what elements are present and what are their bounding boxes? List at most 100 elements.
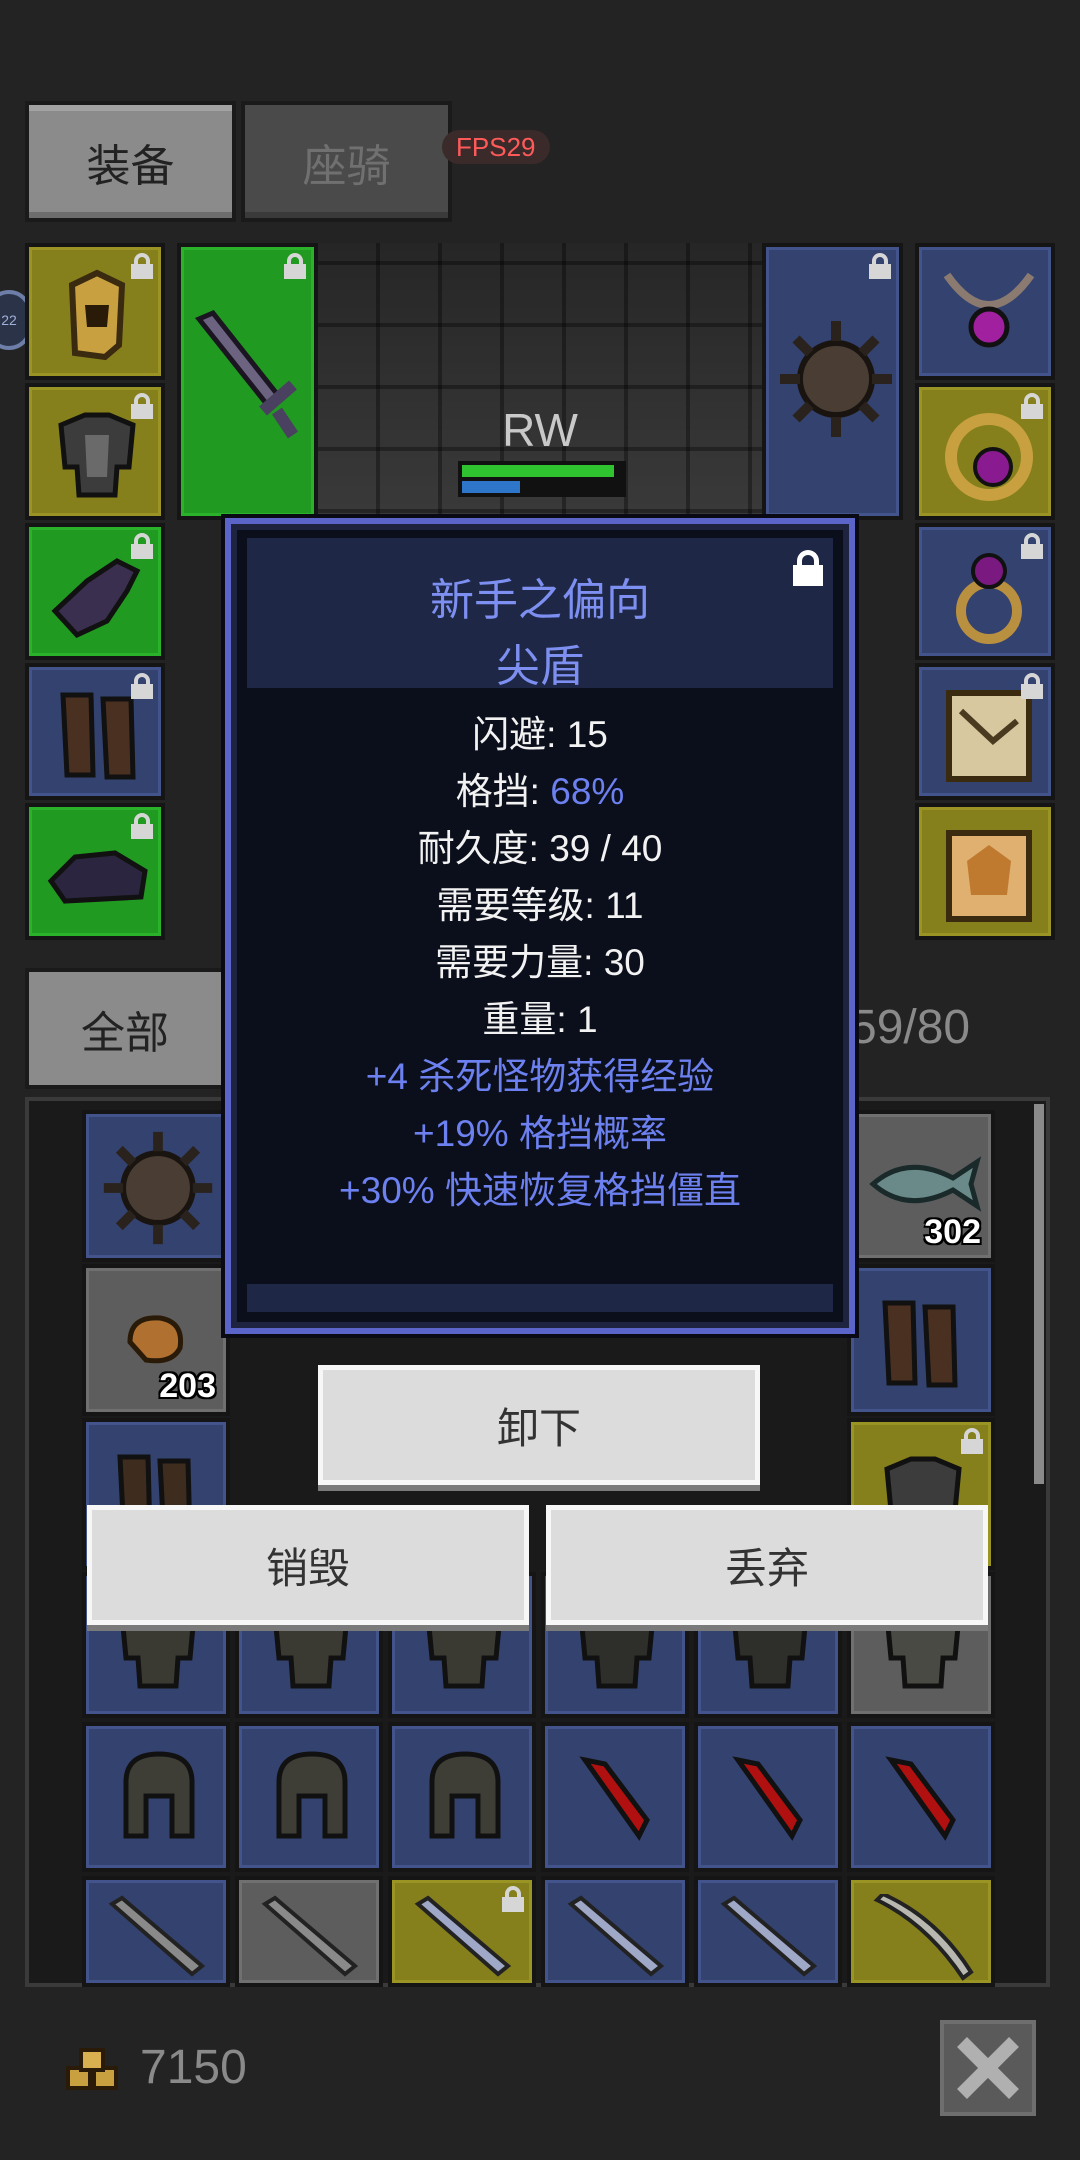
lock-icon [502, 1886, 524, 1912]
meat-icon [127, 1315, 184, 1364]
inventory-slot-helmet[interactable] [388, 1722, 536, 1872]
sword-icon [195, 309, 298, 439]
lock-icon [131, 673, 153, 699]
mount-icon [47, 850, 148, 904]
stat-line: 格挡: 68% [455, 771, 625, 812]
sword-icon [261, 1895, 359, 1977]
helmet-icon [276, 1751, 348, 1839]
lock-icon [1021, 673, 1043, 699]
inventory-slot-shield[interactable] [82, 1110, 230, 1262]
inventory-slot-sword[interactable] [694, 1876, 842, 1987]
affix-line: +30% 快速恢复格挡僵直 [339, 1170, 741, 1211]
inventory-slot-saber[interactable] [847, 1876, 995, 1987]
lock-icon [131, 393, 153, 419]
item-type: 尖盾 [496, 642, 584, 691]
item-tooltip: 新手之偏向 尖盾 闪避: 15 格挡: 68% 耐久度: 39 / 40 需要等… [225, 518, 855, 1334]
stat-line: 重量: 1 [482, 999, 598, 1040]
fps-counter: FPS29 [442, 130, 550, 164]
destroy-button[interactable]: 销毁 [87, 1505, 529, 1625]
inventory-slot-meat[interactable]: 203 [82, 1264, 230, 1416]
ring-icon [945, 413, 1033, 501]
sword-icon [108, 1895, 206, 1977]
meat-count: 203 [159, 1367, 216, 1405]
unequip-button[interactable]: 卸下 [318, 1365, 760, 1485]
inventory-slot-sword[interactable] [235, 1876, 383, 1987]
ring-icon [956, 553, 1022, 644]
inventory-slot-dagger[interactable] [694, 1722, 842, 1872]
character-name: RW [502, 404, 578, 456]
lock-icon [869, 253, 891, 279]
chest-armor-icon [58, 412, 136, 498]
saber-icon [873, 1894, 974, 1981]
inventory-slot-sword[interactable] [82, 1876, 230, 1987]
item-name: 新手之偏向 [430, 576, 650, 625]
lock-icon [131, 253, 153, 279]
equip-slot-gloves[interactable] [25, 523, 165, 660]
pet-scroll-icon [946, 830, 1032, 922]
red-dagger-icon [885, 1756, 956, 1841]
spiked-shield-icon [103, 1131, 213, 1245]
gold-amount: 7150 [140, 2041, 247, 2094]
equip-slot-amulet[interactable] [915, 243, 1055, 380]
hp-bar-fill [462, 465, 614, 477]
helmet-icon [123, 1751, 195, 1839]
red-dagger-icon [579, 1756, 650, 1841]
equip-slot-mount[interactable] [25, 803, 165, 940]
close-icon [957, 2037, 1019, 2099]
lock-icon[interactable] [793, 550, 823, 586]
inventory-slot-helmet[interactable] [82, 1722, 230, 1872]
stat-line: 需要力量: 30 [435, 942, 645, 983]
character-status-bars [458, 461, 626, 497]
affix-line: +19% 格挡概率 [413, 1113, 667, 1154]
boots-icon [60, 692, 136, 780]
gloves-icon [51, 558, 141, 639]
gold-icon [66, 2048, 118, 2090]
equip-slot-ring-large[interactable] [915, 383, 1055, 520]
spiked-shield-icon [780, 321, 892, 437]
equip-slot-scroll[interactable] [915, 663, 1055, 800]
stat-line: 耐久度: 39 / 40 [417, 828, 663, 869]
lock-icon [1021, 393, 1043, 419]
equip-slot-pet[interactable] [915, 803, 1055, 940]
lock-icon [961, 1428, 983, 1454]
sword-icon [567, 1895, 665, 1977]
inventory-slot-sword[interactable] [388, 1876, 536, 1987]
tooltip-footer [247, 1284, 833, 1312]
tab-equipment[interactable]: 装备 [25, 101, 236, 222]
inventory-capacity: 59/80 [850, 1001, 971, 1054]
fish-icon [869, 1156, 982, 1212]
inventory-slot-helmet[interactable] [235, 1722, 383, 1872]
sword-icon [720, 1895, 818, 1977]
inventory-scrollbar[interactable] [1034, 1104, 1044, 1484]
helmet-icon [429, 1751, 501, 1839]
equip-slot-ring[interactable] [915, 523, 1055, 660]
filter-all-button[interactable]: 全部 [25, 968, 225, 1089]
tab-mount[interactable]: 座骑 [241, 101, 452, 222]
inventory-slot-boots[interactable] [847, 1264, 995, 1416]
lock-icon [131, 533, 153, 559]
equip-slot-helmet[interactable] [25, 243, 165, 380]
fish-count: 302 [924, 1213, 981, 1251]
inventory-screen: 装备 座骑 FPS29 22 RW 全部 59/80 302 203 新手之偏向… [0, 0, 1080, 2160]
red-dagger-icon [732, 1756, 803, 1841]
equip-slot-weapon[interactable] [177, 243, 318, 520]
inventory-slot-fish[interactable]: 302 [847, 1110, 995, 1262]
inventory-slot-dagger[interactable] [541, 1722, 689, 1872]
equip-slot-shield[interactable] [762, 243, 903, 520]
inventory-slot-sword[interactable] [541, 1876, 689, 1987]
helmet-icon [68, 269, 126, 361]
equip-slot-boots[interactable] [25, 663, 165, 800]
close-button[interactable] [940, 2020, 1036, 2116]
lock-icon [1021, 533, 1043, 559]
boots-icon [882, 1300, 958, 1388]
equip-slot-armor[interactable] [25, 383, 165, 520]
drop-button[interactable]: 丢弃 [546, 1505, 988, 1625]
inventory-slot-dagger[interactable] [847, 1722, 995, 1872]
affix-line: +4 杀死怪物获得经验 [365, 1056, 715, 1097]
lock-icon [131, 813, 153, 839]
lock-icon [284, 253, 306, 279]
amulet-icon [943, 272, 1035, 348]
stat-line: 需要等级: 11 [436, 885, 644, 926]
mp-bar-fill [462, 481, 520, 493]
stat-line: 闪避: 15 [472, 714, 608, 755]
